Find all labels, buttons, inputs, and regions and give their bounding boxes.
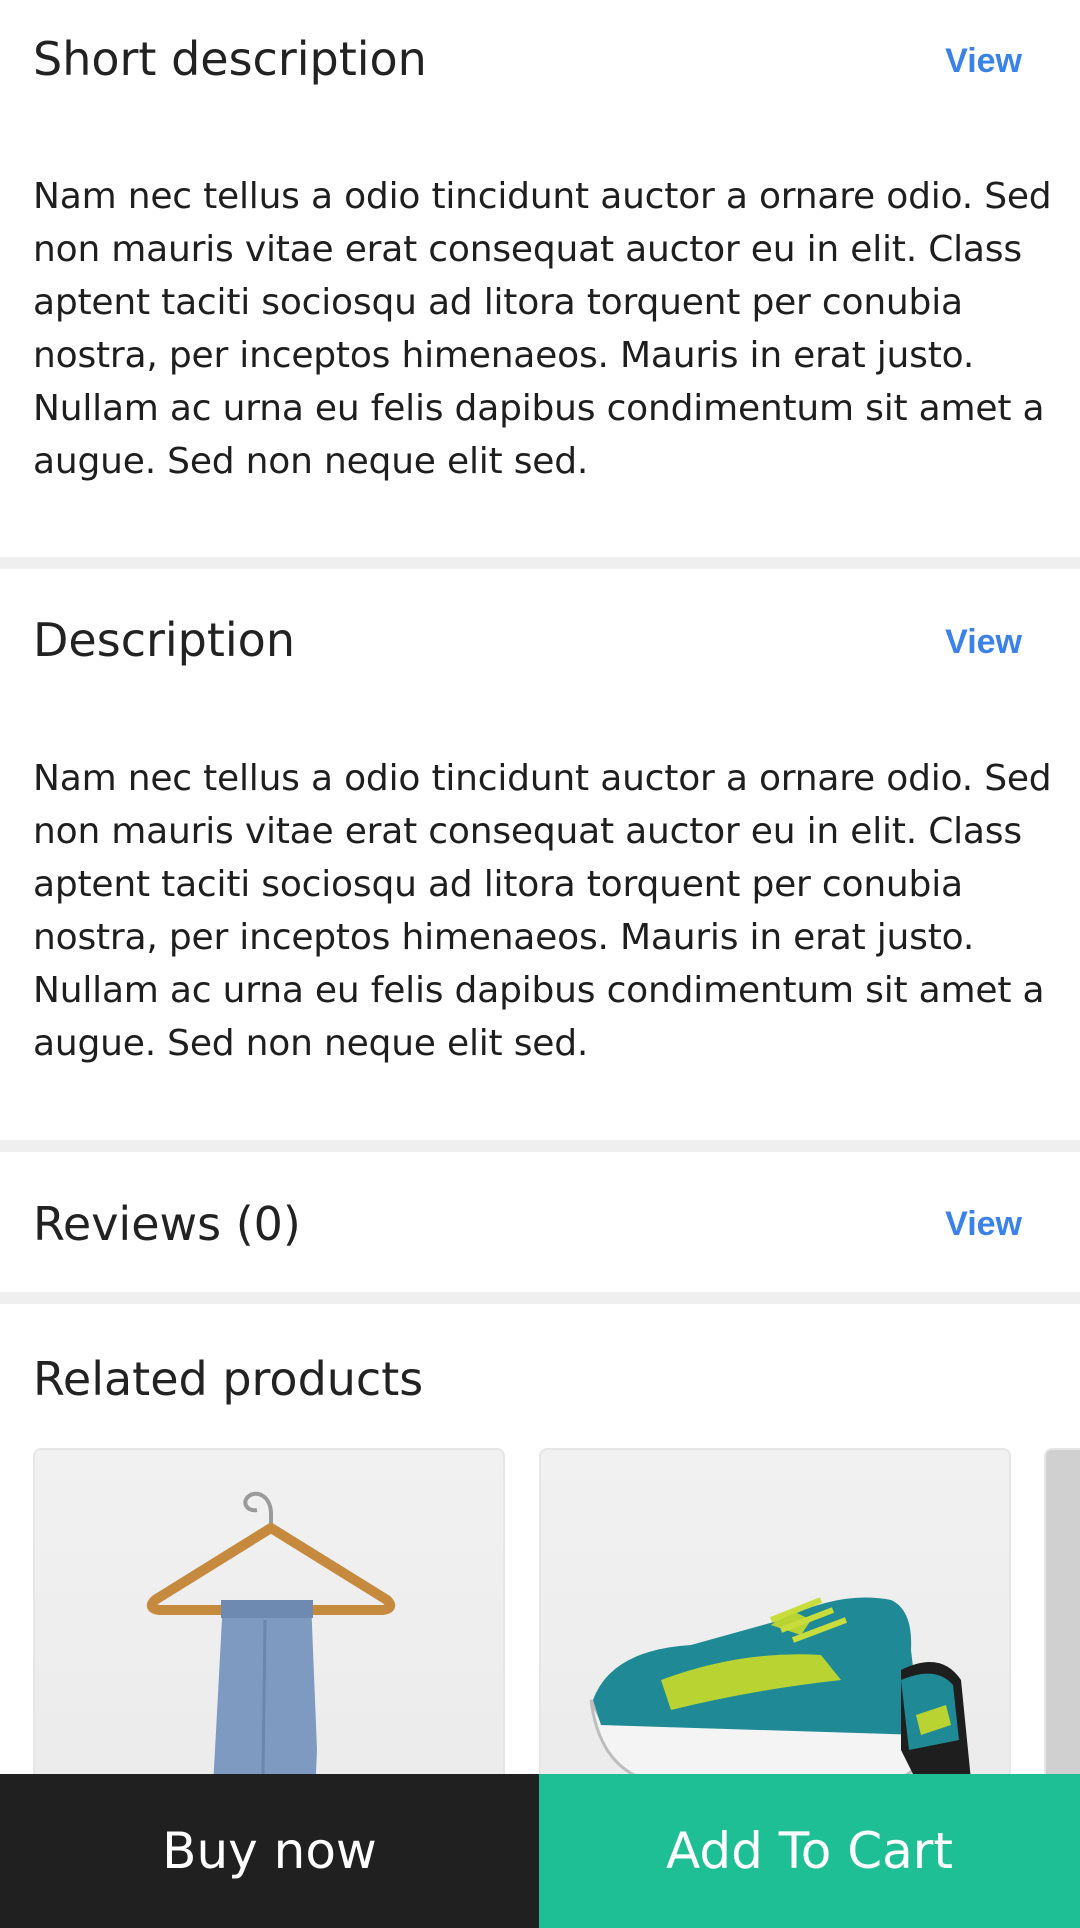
section-divider — [0, 1140, 1080, 1152]
description-header: Description View — [0, 569, 1080, 669]
reviews-section[interactable]: Reviews (0) View — [0, 1152, 1080, 1292]
short-description-header: Short description View — [0, 0, 1080, 100]
short-description-section: Short description View Nam nec tellus a … — [0, 0, 1080, 557]
description-section: Description View Nam nec tellus a odio t… — [0, 569, 1080, 1140]
short-description-title: Short description — [33, 32, 427, 86]
description-view-link[interactable]: View — [945, 623, 1022, 662]
reviews-view-link[interactable]: View — [945, 1205, 1022, 1244]
short-description-view-link[interactable]: View — [945, 42, 1022, 81]
related-products-title: Related products — [33, 1352, 424, 1406]
buy-now-button[interactable]: Buy now — [0, 1774, 539, 1928]
description-title: Description — [33, 613, 295, 667]
section-divider — [0, 1292, 1080, 1304]
reviews-title: Reviews (0) — [33, 1197, 301, 1251]
description-text: Nam nec tellus a odio tincidunt auctor a… — [33, 758, 1052, 1064]
add-to-cart-button[interactable]: Add To Cart — [539, 1774, 1080, 1928]
section-divider — [0, 557, 1080, 569]
bottom-action-bar: Buy now Add To Cart — [0, 1774, 1080, 1928]
product-detail-page: Short description View Nam nec tellus a … — [0, 0, 1080, 1928]
short-description-text: Nam nec tellus a odio tincidunt auctor a… — [33, 176, 1052, 482]
